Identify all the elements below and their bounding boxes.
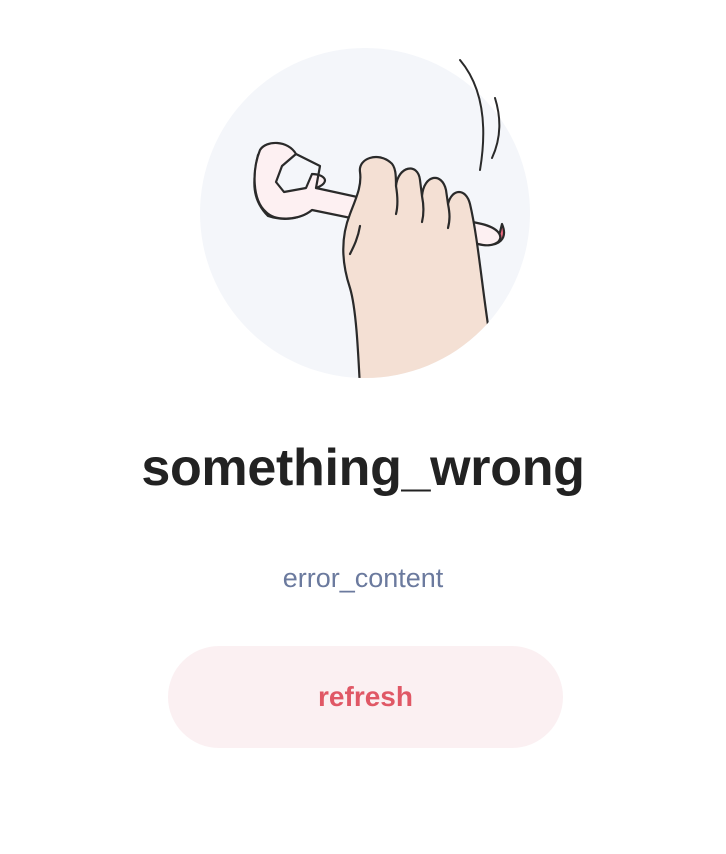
wrench-hand-icon [200,48,530,378]
refresh-button-label: refresh [318,681,413,712]
error-title: something_wrong [141,439,585,497]
error-page: something_wrong error_content refresh [0,0,726,854]
error-message: error_content [282,563,444,593]
refresh-button[interactable]: refresh [168,646,563,748]
